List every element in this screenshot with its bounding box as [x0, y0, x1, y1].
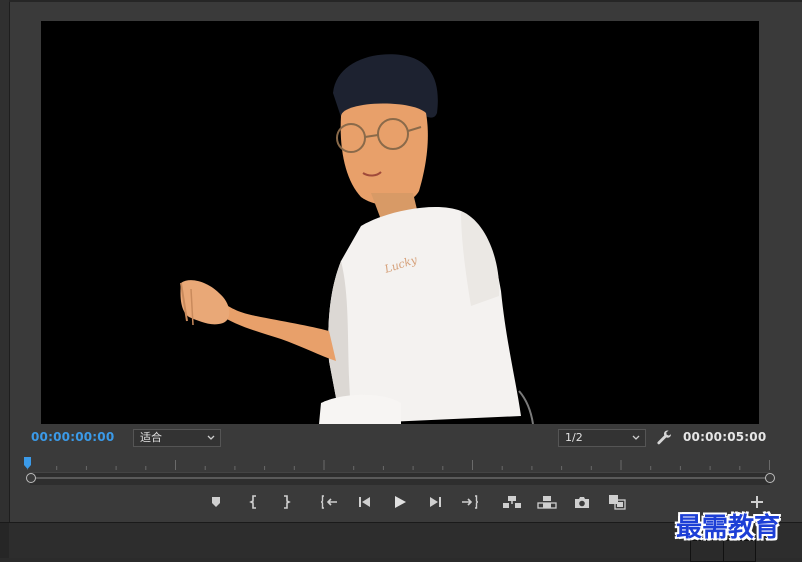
navigator-bar [34, 477, 766, 479]
zoom-level-select[interactable]: 适合 [133, 429, 221, 447]
playback-resolution-select[interactable]: 1/2 [558, 429, 646, 447]
navigator-start-handle[interactable] [26, 473, 36, 483]
go-to-in-icon [321, 495, 337, 509]
panel-top-edge [9, 0, 802, 2]
mark-in-icon [249, 495, 256, 509]
playback-resolution-value: 1/2 [565, 431, 583, 444]
step-forward-button[interactable] [425, 492, 445, 512]
playhead-marker[interactable] [24, 457, 31, 469]
time-ruler[interactable] [27, 455, 772, 470]
play-icon [395, 496, 406, 508]
step-back-button[interactable] [355, 492, 375, 512]
add-marker-button[interactable] [206, 492, 226, 512]
chevron-down-icon [632, 435, 640, 440]
overwrite-icon [537, 496, 557, 509]
mini-panel-divider [723, 541, 724, 561]
camera-icon [575, 497, 589, 508]
go-to-in-button[interactable] [320, 492, 340, 512]
export-frame-button[interactable] [572, 492, 592, 512]
insert-icon [503, 496, 521, 508]
video-viewer[interactable]: Lucky [41, 21, 759, 424]
zoom-level-value: 适合 [140, 431, 162, 444]
go-to-out-icon [462, 495, 478, 509]
comparison-view-icon [609, 495, 626, 510]
step-forward-icon [430, 497, 441, 507]
go-to-out-button[interactable] [459, 492, 479, 512]
chevron-down-icon [207, 435, 215, 440]
comparison-view-button[interactable] [607, 492, 627, 512]
left-panel-edge [0, 0, 9, 522]
play-button[interactable] [390, 492, 410, 512]
video-frame-person: Lucky [180, 54, 534, 424]
mark-in-button[interactable] [244, 492, 264, 512]
wrench-settings-icon[interactable] [656, 429, 672, 445]
mark-out-icon [284, 495, 291, 509]
overwrite-button[interactable] [537, 492, 557, 512]
duration-timecode: 00:00:05:00 [683, 430, 767, 444]
marker-icon [212, 497, 220, 507]
insert-button[interactable] [502, 492, 522, 512]
mark-out-button[interactable] [276, 492, 296, 512]
step-back-icon [359, 497, 370, 507]
navigator-end-handle[interactable] [765, 473, 775, 483]
watermark-text: 最需教育 [676, 513, 781, 543]
current-timecode[interactable]: 00:00:00:00 [31, 430, 114, 444]
